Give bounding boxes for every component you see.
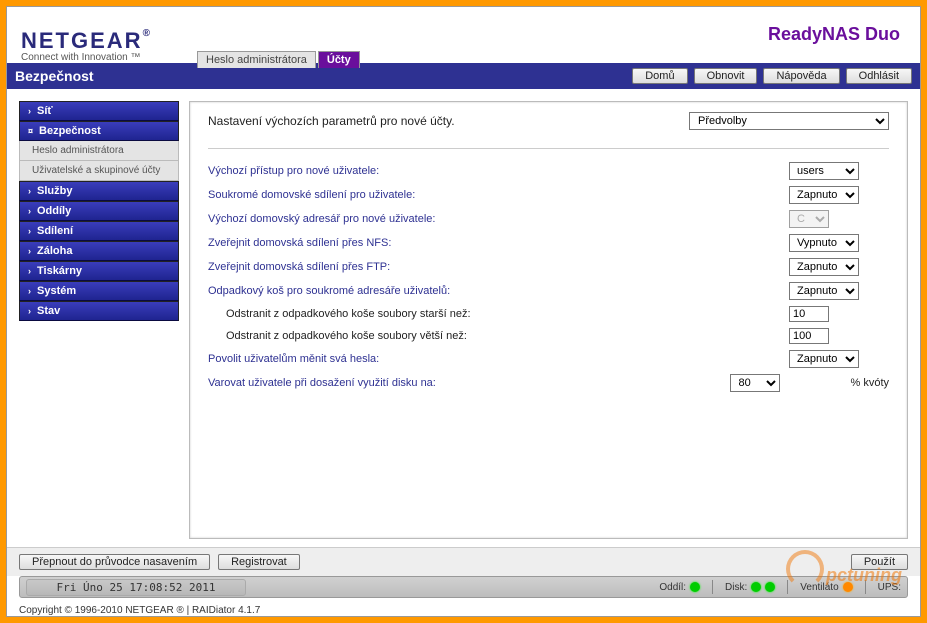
chevron-right-icon: › <box>28 246 31 256</box>
select-ftp[interactable]: Zapnuto <box>789 258 859 276</box>
label-ftp: Zveřejnit domovská sdílení přes FTP: <box>208 261 789 273</box>
main-heading: Nastavení výchozích parametrů pro nové ú… <box>208 114 455 128</box>
app-frame: NETGEAR® Connect with Innovation ™ Ready… <box>6 6 921 617</box>
sidebar-sub-user-group-accounts[interactable]: Uživatelské a skupinové účty <box>19 161 179 181</box>
label-recycle-age: Odstranit z odpadkového koše soubory sta… <box>208 308 789 320</box>
sidebar-sub-admin-password[interactable]: Heslo administrátora <box>19 141 179 161</box>
register-button[interactable]: Registrovat <box>218 554 300 570</box>
sidebar-item-label: Služby <box>37 185 72 197</box>
tabs: Heslo administrátora Účty <box>197 51 360 68</box>
status-disk: Disk: <box>725 582 775 593</box>
content: › Síť ¤ Bezpečnost Heslo administrátora Už… <box>7 89 920 547</box>
select-private-home[interactable]: Zapnuto <box>789 186 859 204</box>
status-time: Fri Úno 25 17:08:52 2011 <box>26 579 246 596</box>
sidebar-item-label: Systém <box>37 285 76 297</box>
status-dot-icon <box>843 582 853 592</box>
label-recycle-size: Odstranit z odpadkového koše soubory vět… <box>208 330 789 342</box>
label-default-group: Výchozí přístup pro nové uživatele: <box>208 165 789 177</box>
brand-reg: ® <box>143 28 152 39</box>
chevron-right-icon: › <box>28 186 31 196</box>
label-allow-pw: Povolit uživatelům měnit svá hesla: <box>208 353 789 365</box>
sidebar-item-backup[interactable]: › Záloha <box>19 241 179 261</box>
title-bar: Bezpečnost Domů Obnovit Nápověda Odhlási… <box>7 63 920 89</box>
copyright: Copyright © 1996-2010 NETGEAR ® | RAIDia… <box>7 602 920 616</box>
product-name: ReadyNAS Duo <box>768 24 906 63</box>
select-default-home-dir: C <box>789 210 829 228</box>
status-fan: Ventiláto <box>800 582 852 593</box>
refresh-button[interactable]: Obnovit <box>694 68 758 84</box>
label-private-home: Soukromé domovské sdílení pro uživatele: <box>208 189 789 201</box>
page-title: Bezpečnost <box>15 68 94 84</box>
sidebar-item-printers[interactable]: › Tiskárny <box>19 261 179 281</box>
sidebar-item-label: Tiskárny <box>37 265 82 277</box>
apply-button[interactable]: Použít <box>851 554 908 570</box>
status-dot-icon <box>751 582 761 592</box>
input-recycle-size[interactable] <box>789 328 829 344</box>
status-bar: Fri Úno 25 17:08:52 2011 Oddíl: Disk: Ve… <box>19 576 908 598</box>
divider <box>208 148 889 149</box>
chevron-right-icon: › <box>28 206 31 216</box>
suffix-quota: % kvóty <box>850 377 889 389</box>
home-button[interactable]: Domů <box>632 68 687 84</box>
chevron-right-icon: › <box>28 106 31 116</box>
view-select[interactable]: Předvolby <box>689 112 889 130</box>
sidebar-item-shares[interactable]: › Sdílení <box>19 221 179 241</box>
select-recycle[interactable]: Zapnuto <box>789 282 859 300</box>
tab-admin-password[interactable]: Heslo administrátora <box>197 51 316 68</box>
chevron-right-icon: › <box>28 286 31 296</box>
select-default-group[interactable]: users <box>789 162 859 180</box>
brand-tagline: Connect with Innovation ™ <box>21 52 152 63</box>
chevron-right-icon: › <box>28 266 31 276</box>
select-warn-quota[interactable]: 80 <box>730 374 780 392</box>
sidebar-item-network[interactable]: › Síť <box>19 101 179 121</box>
select-nfs[interactable]: Vypnuto <box>789 234 859 252</box>
label-default-home-dir: Výchozí domovský adresář pro nové uživat… <box>208 213 789 225</box>
sidebar-item-status[interactable]: › Stav <box>19 301 179 321</box>
sidebar-item-volumes[interactable]: › Oddíly <box>19 201 179 221</box>
sidebar-item-security[interactable]: ¤ Bezpečnost <box>19 121 179 141</box>
chevron-right-icon: › <box>28 226 31 236</box>
tab-accounts[interactable]: Účty <box>318 51 360 68</box>
chevron-down-icon: ¤ <box>28 126 33 136</box>
select-allow-pw[interactable]: Zapnuto <box>789 350 859 368</box>
brand-name: NETGEAR <box>21 28 143 53</box>
footer-buttons: Přepnout do průvodce nasavením Registrov… <box>7 547 920 576</box>
main-panel: Nastavení výchozích parametrů pro nové ú… <box>189 101 908 539</box>
sidebar-item-label: Síť <box>37 105 53 117</box>
help-button[interactable]: Nápověda <box>763 68 839 84</box>
brand-logo: NETGEAR® Connect with Innovation ™ <box>21 28 152 63</box>
status-volume: Oddíl: <box>659 582 700 593</box>
sidebar-item-label: Záloha <box>37 245 72 257</box>
sidebar-item-services[interactable]: › Služby <box>19 181 179 201</box>
label-warn-quota: Varovat uživatele při dosažení využití d… <box>208 377 730 389</box>
sidebar-item-label: Sdílení <box>37 225 73 237</box>
sidebar-item-label: Bezpečnost <box>39 125 101 137</box>
logout-button[interactable]: Odhlásit <box>846 68 912 84</box>
status-ups: UPS: <box>878 582 901 593</box>
sidebar-item-label: Stav <box>37 305 60 317</box>
sidebar-item-label: Oddíly <box>37 205 71 217</box>
top-buttons: Domů Obnovit Nápověda Odhlásit <box>632 68 912 84</box>
sidebar-item-system[interactable]: › Systém <box>19 281 179 301</box>
chevron-right-icon: › <box>28 306 31 316</box>
input-recycle-age[interactable] <box>789 306 829 322</box>
sidebar: › Síť ¤ Bezpečnost Heslo administrátora Už… <box>19 101 179 539</box>
header: NETGEAR® Connect with Innovation ™ Ready… <box>7 7 920 63</box>
label-nfs: Zveřejnit domovská sdílení přes NFS: <box>208 237 789 249</box>
wizard-button[interactable]: Přepnout do průvodce nasavením <box>19 554 210 570</box>
status-dot-icon <box>765 582 775 592</box>
status-dot-icon <box>690 582 700 592</box>
label-recycle: Odpadkový koš pro soukromé adresáře uživ… <box>208 285 789 297</box>
